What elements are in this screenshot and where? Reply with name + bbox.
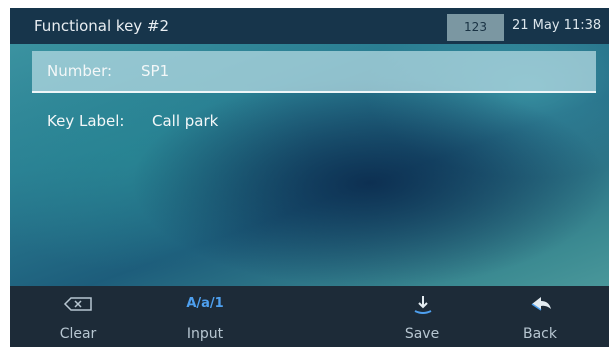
number-field-row[interactable]: Number: SP1 bbox=[32, 51, 596, 93]
softkey-bar: Clear A/a/1 Input Save Back bbox=[10, 286, 609, 347]
input-softkey[interactable]: A/a/1 Input bbox=[150, 286, 260, 347]
input-mode-icon: A/a/1 bbox=[186, 296, 224, 311]
number-label: Number: bbox=[47, 62, 113, 80]
date-time: 21 May 11:38 bbox=[512, 18, 602, 33]
backspace-icon bbox=[23, 292, 133, 316]
save-download-icon bbox=[367, 292, 477, 316]
number-value[interactable]: SP1 bbox=[141, 51, 169, 91]
clear-label: Clear bbox=[59, 326, 97, 342]
input-mode-badge: 123 bbox=[447, 14, 504, 41]
title-bar: Functional key #2 123 21 May 11:38 bbox=[10, 8, 609, 44]
save-label: Save bbox=[404, 326, 440, 342]
back-label: Back bbox=[523, 326, 557, 342]
phone-screen: Functional key #2 123 21 May 11:38 Numbe… bbox=[10, 8, 609, 347]
page-title: Functional key #2 bbox=[34, 17, 170, 35]
key-label-field-row[interactable]: Key Label: Call park bbox=[32, 101, 596, 141]
clear-softkey[interactable]: Clear bbox=[23, 286, 133, 347]
back-arrow-icon bbox=[485, 292, 595, 316]
save-softkey[interactable]: Save bbox=[367, 286, 477, 347]
key-label-label: Key Label: bbox=[47, 112, 125, 130]
input-label: Input bbox=[186, 326, 224, 342]
back-softkey[interactable]: Back bbox=[485, 286, 595, 347]
key-label-value[interactable]: Call park bbox=[152, 101, 218, 141]
